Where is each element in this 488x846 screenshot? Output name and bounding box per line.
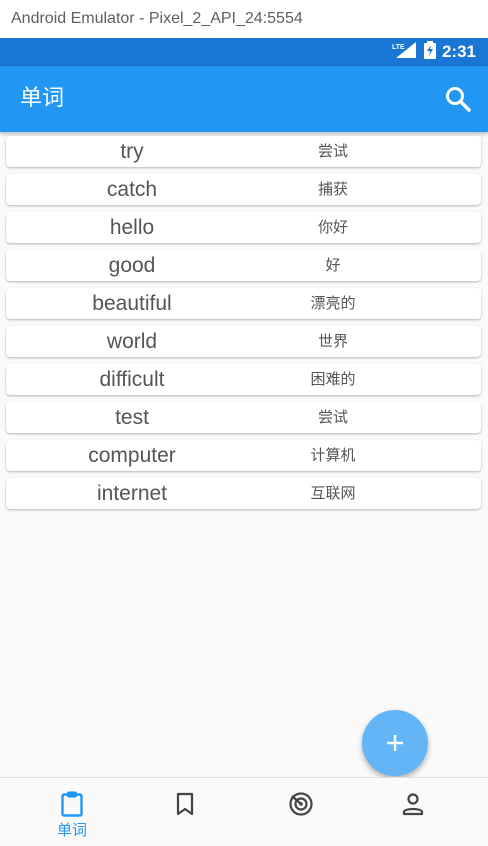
search-button[interactable] [444, 85, 472, 113]
plus-icon [387, 735, 403, 751]
radar-icon [289, 792, 313, 816]
battery-icon [423, 41, 436, 63]
word-text: world [106, 330, 158, 353]
lte-signal-icon: LTE [392, 41, 418, 63]
word-text: catch [106, 178, 158, 201]
word-text: beautiful [92, 292, 172, 315]
svg-text:LTE: LTE [392, 44, 405, 51]
bookmark-icon [176, 792, 194, 816]
word-row-beautiful[interactable]: beautiful 漂亮的 [6, 288, 481, 319]
word-meaning: 互联网 [310, 484, 356, 502]
word-text: difficult [99, 368, 165, 391]
word-text: computer [88, 444, 176, 467]
app-bar: 单词 [0, 66, 488, 132]
nav-label-words: 单词 [56, 821, 87, 839]
word-text: hello [109, 216, 155, 239]
word-row-hello[interactable]: hello 你好 [6, 212, 481, 243]
word-meaning: 好 [325, 256, 341, 274]
word-meaning: 尝试 [317, 408, 348, 426]
nav-item-discover[interactable] [239, 778, 361, 846]
word-meaning: 尝试 [317, 142, 348, 160]
person-icon [402, 793, 424, 816]
page-title: 单词 [20, 86, 65, 111]
word-meaning: 计算机 [310, 446, 356, 464]
word-text: test [115, 406, 149, 429]
clipboard-icon [61, 791, 83, 817]
word-row-computer[interactable]: computer 计算机 [6, 440, 481, 471]
nav-item-bookmarks[interactable] [124, 778, 246, 846]
word-text: good [108, 254, 156, 277]
word-text: try [120, 140, 144, 163]
emulator-screen: LTE 2:31 单词 try 尝试 catch 捕获 hello 你好 goo… [0, 38, 488, 846]
word-meaning: 你好 [317, 218, 348, 236]
word-text: internet [96, 482, 168, 505]
search-icon [446, 87, 471, 112]
word-row-good[interactable]: good 好 [6, 250, 481, 281]
word-row-difficult[interactable]: difficult 困难的 [6, 364, 481, 395]
nav-item-words[interactable]: 单词 [11, 778, 133, 846]
word-row-internet[interactable]: internet 互联网 [6, 478, 481, 509]
nav-item-profile[interactable] [352, 778, 474, 846]
status-time: 2:31 [441, 42, 476, 61]
window-title: Android Emulator - Pixel_2_API_24:5554 [0, 0, 488, 38]
status-bar: LTE 2:31 [0, 38, 488, 66]
word-meaning: 漂亮的 [310, 294, 356, 312]
word-meaning: 捕获 [317, 180, 348, 198]
word-row-catch[interactable]: catch 捕获 [6, 174, 481, 205]
word-meaning: 困难的 [310, 370, 356, 388]
word-row-world[interactable]: world 世界 [6, 326, 481, 357]
word-meaning: 世界 [317, 332, 348, 350]
bottom-navigation: 单词 [0, 777, 488, 846]
add-word-button[interactable] [362, 710, 428, 776]
word-row-test[interactable]: test 尝试 [6, 402, 481, 433]
word-row-try[interactable]: try 尝试 [6, 136, 481, 167]
